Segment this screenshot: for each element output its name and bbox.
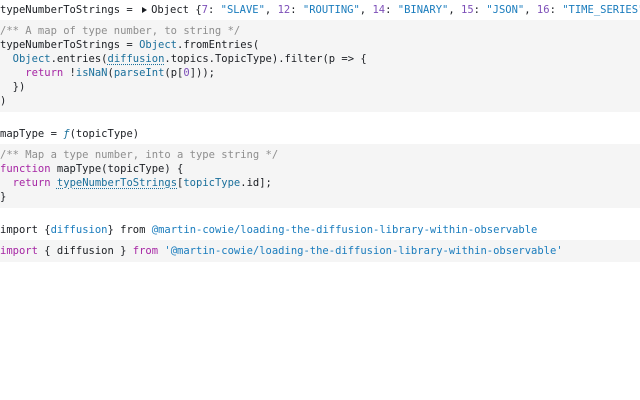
entry-value: "JSON"	[486, 4, 525, 16]
cell-type-number-to-strings: typeNumberToStrings = Object {7: "SLAVE"…	[0, 0, 640, 112]
code-comment: /** Map a type number, into a type strin…	[0, 149, 279, 161]
code-comment: /** A map of type number, to string */	[0, 25, 241, 37]
cell-output[interactable]: mapType = ƒ(topicType)	[0, 124, 640, 144]
imported-name: diffusion	[50, 224, 108, 236]
entry-key: 15	[461, 4, 474, 16]
code-editor[interactable]: /** A map of type number, to string */ t…	[0, 20, 640, 112]
entry-key: 16	[536, 4, 550, 16]
diffusion-reference-link[interactable]: diffusion	[108, 53, 165, 65]
expand-triangle-icon[interactable]	[142, 7, 148, 13]
entry-value: "TIME_SERIES"	[562, 4, 640, 16]
code-editor[interactable]: import { diffusion } from '@martin-cowie…	[0, 240, 640, 262]
type-number-to-strings-reference-link[interactable]: typeNumberToStrings	[57, 177, 177, 189]
object-label[interactable]: Object	[151, 4, 189, 16]
cell-output[interactable]: import {diffusion} from @martin-cowie/lo…	[0, 220, 640, 240]
object-entries: 7: "SLAVE", 12: "ROUTING", 14: "BINARY",…	[202, 4, 640, 16]
notebook-link[interactable]: @martin-cowie/loading-the-diffusion-libr…	[152, 224, 538, 236]
entry-value: "SLAVE"	[220, 4, 265, 16]
entry-key: 14	[372, 4, 386, 16]
cell-map-type: mapType = ƒ(topicType) /** Map a type nu…	[0, 124, 640, 208]
cell-import-diffusion: import {diffusion} from @martin-cowie/lo…	[0, 220, 640, 262]
entry-value: "ROUTING"	[302, 4, 360, 16]
cell-output[interactable]: typeNumberToStrings = Object {7: "SLAVE"…	[0, 0, 640, 20]
entry-value: "BINARY"	[397, 4, 449, 16]
entry-key: 12	[277, 4, 291, 16]
entry-key: 7	[201, 4, 208, 16]
code-editor[interactable]: /** Map a type number, into a type strin…	[0, 144, 640, 208]
variable-name: typeNumberToStrings	[0, 4, 121, 16]
variable-name: mapType	[0, 128, 45, 140]
